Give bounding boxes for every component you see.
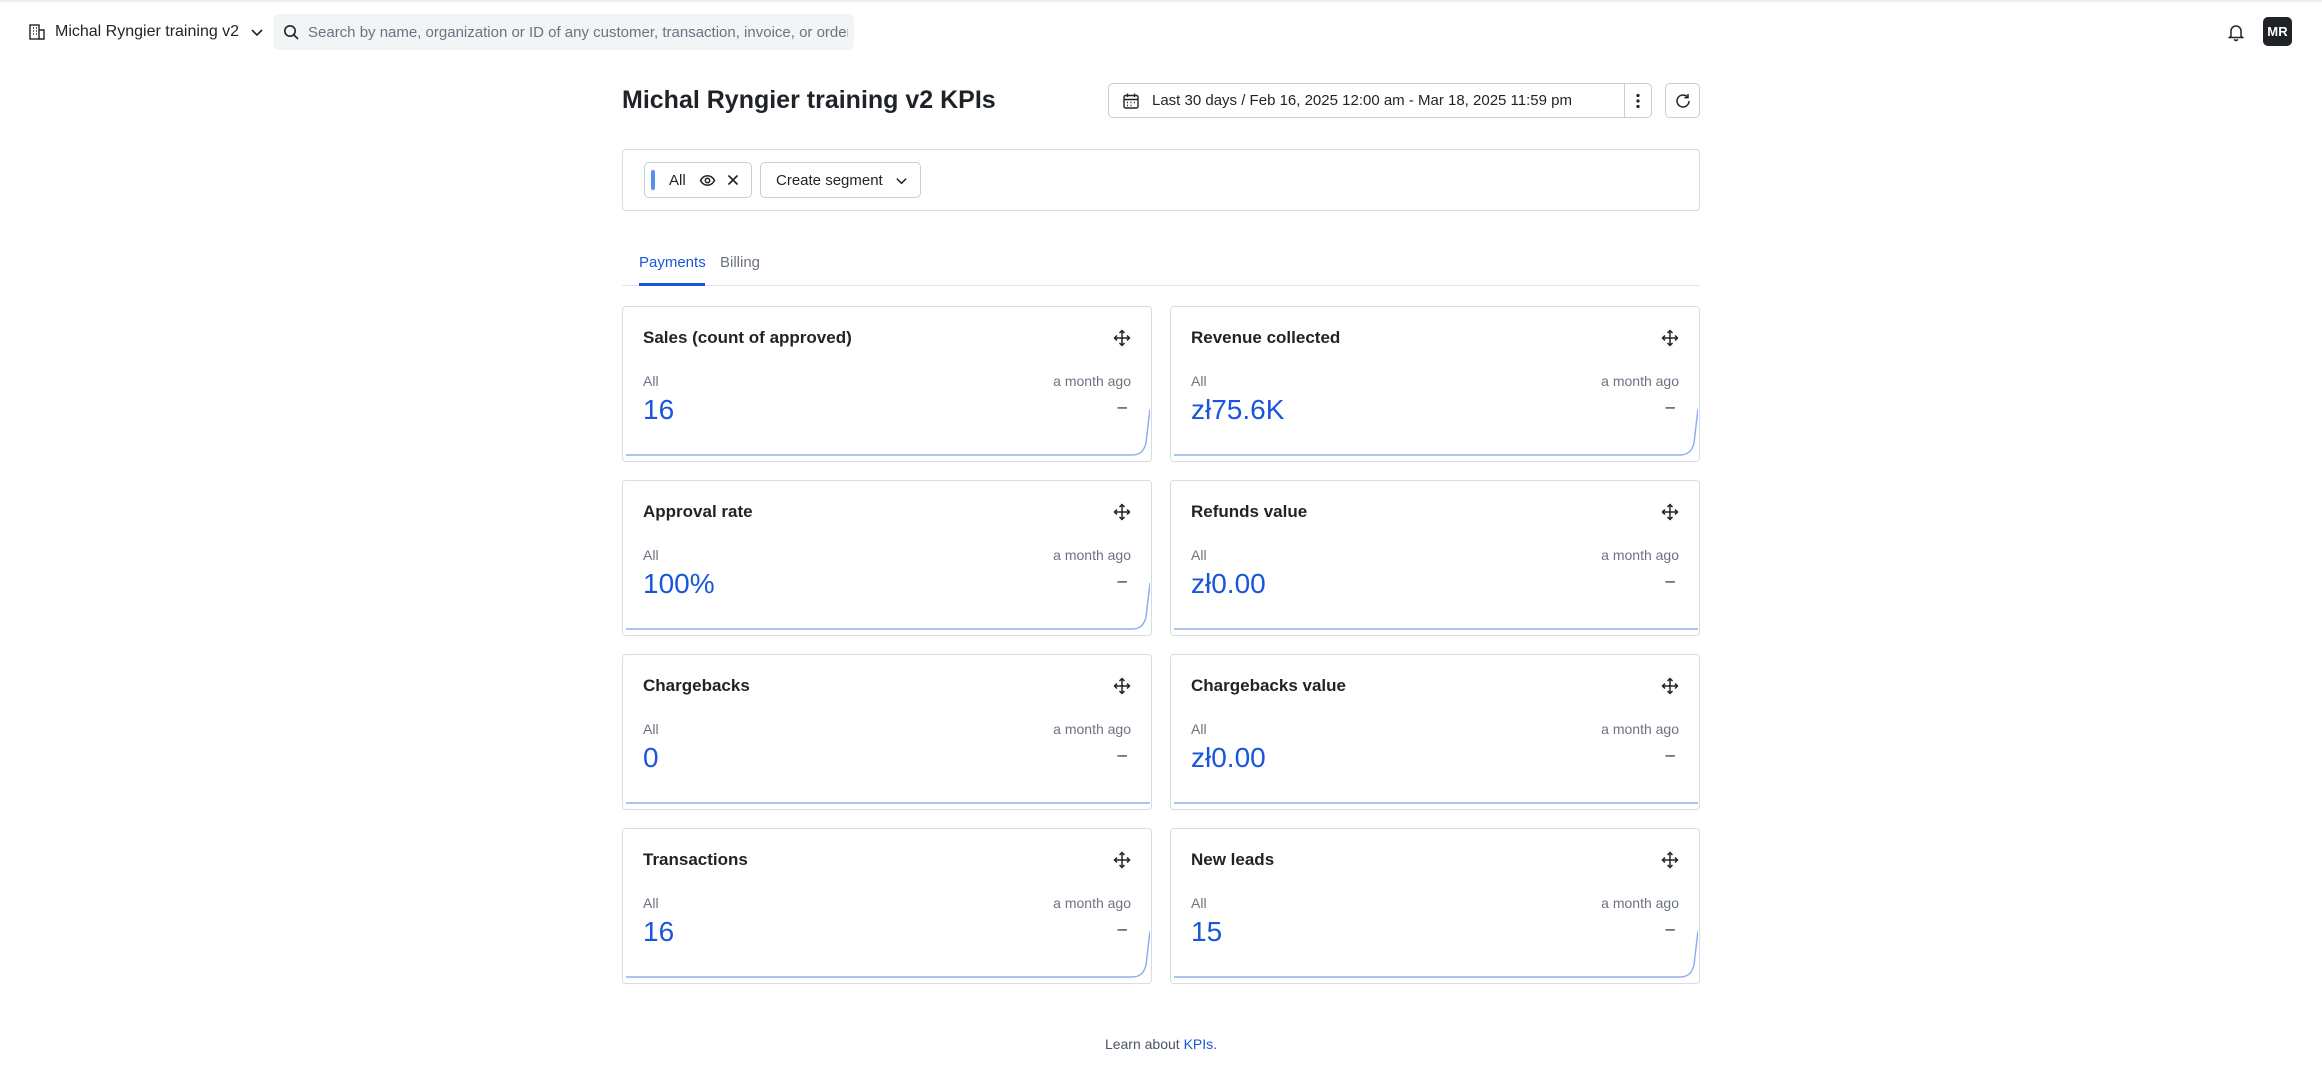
kpi-segment-label: All xyxy=(643,895,659,911)
move-icon[interactable] xyxy=(1661,329,1679,347)
kpi-card-transactions[interactable]: Transactions All a month ago 16– xyxy=(622,828,1152,984)
kpi-sparkline xyxy=(1174,802,1698,804)
kpi-sparkline xyxy=(626,408,1150,456)
move-icon[interactable] xyxy=(1113,851,1131,869)
kpi-card-sales-count[interactable]: Sales (count of approved) All a month ago 1… xyxy=(622,306,1152,462)
kpi-timestamp: a month ago xyxy=(1053,895,1131,911)
building-icon xyxy=(29,24,45,40)
move-icon[interactable] xyxy=(1661,503,1679,521)
move-icon[interactable] xyxy=(1113,503,1131,521)
user-avatar[interactable]: MR xyxy=(2263,17,2292,46)
move-icon[interactable] xyxy=(1661,677,1679,695)
organization-name: Michal Ryngier training v2 xyxy=(55,23,240,40)
learn-about-kpis: Learn about KPIs. xyxy=(0,1036,2322,1052)
page-title: Michal Ryngier training v2 KPIs xyxy=(622,86,996,114)
kpi-title: Approval rate xyxy=(643,502,753,521)
create-segment-button[interactable]: Create segment xyxy=(760,162,921,198)
segment-bar: All Create segment xyxy=(622,149,1700,211)
tab-payments[interactable]: Payments xyxy=(639,254,706,271)
kpi-card-revenue-collected[interactable]: Revenue collected All a month ago zł75.6K – xyxy=(1170,306,1700,462)
kpi-title: Refunds value xyxy=(1191,502,1308,521)
segment-color-marker xyxy=(651,170,655,190)
bell-icon[interactable] xyxy=(2226,22,2246,42)
kpi-timestamp: a month ago xyxy=(1053,547,1131,563)
kpi-card-approval-rate[interactable]: Approval rate All a month ago 100% – xyxy=(622,480,1152,636)
kpi-tabs: Payments Billing xyxy=(622,248,1700,286)
refresh-icon xyxy=(1675,93,1690,108)
kpi-title: Revenue collected xyxy=(1191,328,1341,347)
kpi-segment-label: All xyxy=(1191,547,1207,563)
kpi-segment-label: All xyxy=(643,721,659,737)
kpi-timestamp: a month ago xyxy=(1053,373,1131,389)
move-icon[interactable] xyxy=(1113,677,1131,695)
kpi-timestamp: a month ago xyxy=(1601,895,1679,911)
kpi-segment-label: All xyxy=(643,373,659,389)
kpi-title: Sales (count of approved) xyxy=(643,328,852,347)
tab-billing[interactable]: Billing xyxy=(720,254,760,271)
move-icon[interactable] xyxy=(1113,329,1131,347)
segment-chip-label: All xyxy=(669,171,686,189)
kpi-timestamp: a month ago xyxy=(1601,721,1679,737)
kpi-segment-label: All xyxy=(643,547,659,563)
kpi-sparkline xyxy=(1174,930,1698,978)
top-edge-line xyxy=(0,0,2322,2)
close-icon[interactable] xyxy=(726,173,740,187)
eye-icon[interactable] xyxy=(699,172,716,189)
date-range-options-button[interactable] xyxy=(1624,84,1651,117)
organization-switcher[interactable]: Michal Ryngier training v2 xyxy=(28,20,265,44)
kpi-timestamp: a month ago xyxy=(1053,721,1131,737)
kpi-segment-label: All xyxy=(1191,895,1207,911)
kpi-sparkline xyxy=(626,582,1150,630)
date-range-label: Last 30 days / Feb 16, 2025 12:00 am - M… xyxy=(1152,92,1572,109)
kpi-title: New leads xyxy=(1191,850,1275,869)
kpi-sparkline xyxy=(626,802,1150,804)
learn-prefix: Learn about xyxy=(1104,1036,1184,1052)
kpi-card-chargebacks[interactable]: Chargebacks All a month ago 0– xyxy=(622,654,1152,810)
kpi-timestamp: a month ago xyxy=(1601,547,1679,563)
refresh-button[interactable] xyxy=(1665,83,1700,118)
calendar-icon xyxy=(1123,93,1139,109)
learn-suffix: . xyxy=(1213,1036,1218,1052)
create-segment-label: Create segment xyxy=(776,171,883,189)
kpi-card-refunds-value[interactable]: Refunds value All a month ago zł0.00– xyxy=(1170,480,1700,636)
kpi-card-chargebacks-value[interactable]: Chargebacks value All a month ago zł0.00– xyxy=(1170,654,1700,810)
kpi-sparkline xyxy=(1174,408,1698,456)
kpi-sparkline xyxy=(626,930,1150,978)
kpi-card-new-leads[interactable]: New leads All a month ago 15– xyxy=(1170,828,1700,984)
move-icon[interactable] xyxy=(1661,851,1679,869)
kpi-sparkline xyxy=(1174,628,1698,630)
global-search[interactable] xyxy=(273,14,854,50)
kpi-timestamp: a month ago xyxy=(1601,373,1679,389)
chevron-down-icon xyxy=(896,177,907,184)
kpi-title: Transactions xyxy=(643,850,748,869)
kpi-segment-label: All xyxy=(1191,373,1207,389)
segment-chip-all[interactable]: All xyxy=(644,162,752,198)
kpi-title: Chargebacks xyxy=(643,676,750,695)
active-tab-indicator xyxy=(639,283,705,286)
kpi-segment-label: All xyxy=(1191,721,1207,737)
kpis-link[interactable]: KPIs xyxy=(1184,1036,1214,1052)
search-icon xyxy=(284,24,299,40)
more-vertical-icon xyxy=(1636,93,1640,108)
kpi-title: Chargebacks value xyxy=(1191,676,1346,695)
search-input[interactable] xyxy=(308,23,848,41)
date-range-picker[interactable]: Last 30 days / Feb 16, 2025 12:00 am - M… xyxy=(1108,83,1652,118)
chevron-down-icon xyxy=(251,29,263,37)
